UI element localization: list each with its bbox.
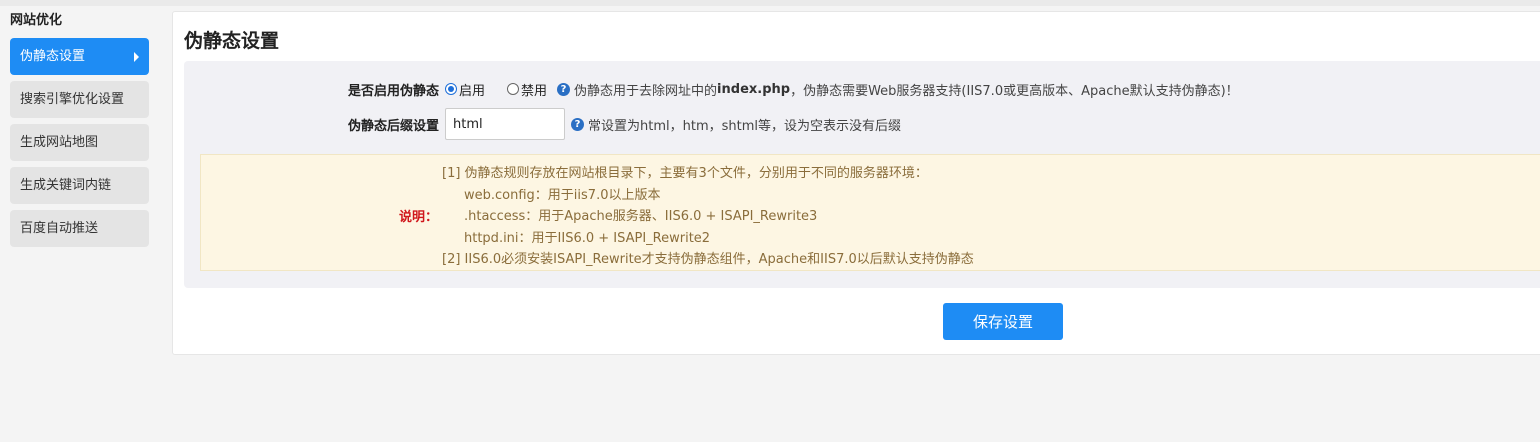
arrow-right-icon xyxy=(134,52,139,62)
help-icon: ? xyxy=(557,82,571,96)
main-panel: 伪静态设置 是否启用伪静态 启用 禁用 ? 伪静态用于去除网址中的 index.… xyxy=(172,11,1540,355)
note-line: [1] 伪静态规则存放在网站根目录下，主要有3个文件，分别用于不同的服务器环境： xyxy=(442,166,928,181)
sidebar-title: 网站优化 xyxy=(10,13,63,28)
suffix-label: 伪静态后缀设置 xyxy=(347,118,439,134)
note-label: 说明： xyxy=(399,210,439,225)
rewrite-hint: ? 伪静态用于去除网址中的 index.php ，伪静态需要Web服务器支持(I… xyxy=(557,80,1239,99)
sidebar-item-label: 生成网站地图 xyxy=(20,135,99,150)
rewrite-off-label: 禁用 xyxy=(521,83,548,99)
suffix-row: 伪静态后缀设置 ? 常设置为html，htm，shtml等，设为空表示没有后缀 xyxy=(184,107,901,141)
suffix-hint: ? 常设置为html，htm，shtml等，设为空表示没有后缀 xyxy=(571,115,901,134)
sidebar-item-sitemap[interactable]: 生成网站地图 xyxy=(10,124,149,161)
note-line: web.config：用于iis7.0以上版本 xyxy=(464,187,661,203)
sidebar-item-label: 搜索引擎优化设置 xyxy=(20,92,125,107)
rewrite-row: 是否启用伪静态 启用 禁用 ? 伪静态用于去除网址中的 index.php ，伪… xyxy=(184,74,1239,104)
rewrite-hint-prefix: 伪静态用于去除网址中的 xyxy=(574,83,718,99)
suffix-hint-text: 常设置为html，htm，shtml等，设为空表示没有后缀 xyxy=(588,118,901,134)
help-icon: ? xyxy=(571,117,584,131)
sidebar-item-label: 百度自动推送 xyxy=(20,221,99,236)
top-bar xyxy=(0,0,1540,6)
note-line: .htaccess：用于Apache服务器、IIS6.0 + ISAPI_Rew… xyxy=(464,209,818,224)
radio-checked-icon xyxy=(445,83,457,95)
rewrite-hint-suffix: ，伪静态需要Web服务器支持(IIS7.0或更高版本、Apache默认支持伪静态… xyxy=(790,83,1239,99)
sidebar: 网站优化 伪静态设置 搜索引擎优化设置 生成网站地图 生成关键词内链 百度自动推… xyxy=(10,12,150,247)
sidebar-item-keyword-links[interactable]: 生成关键词内链 xyxy=(10,167,149,204)
rewrite-on-label: 启用 xyxy=(459,83,486,99)
sidebar-item-baidu-push[interactable]: 百度自动推送 xyxy=(10,210,149,247)
settings-form: 是否启用伪静态 启用 禁用 ? 伪静态用于去除网址中的 index.php ，伪… xyxy=(184,61,1540,288)
note-line: httpd.ini：用于IIS6.0 + ISAPI_Rewrite2 xyxy=(464,230,711,246)
sidebar-item-label: 生成关键词内链 xyxy=(20,178,112,193)
suffix-input[interactable] xyxy=(445,108,565,140)
rewrite-label: 是否启用伪静态 xyxy=(347,83,439,99)
note-box: 说明： [1] 伪静态规则存放在网站根目录下，主要有3个文件，分别用于不同的服务… xyxy=(200,154,1540,271)
sidebar-item-seo[interactable]: 搜索引擎优化设置 xyxy=(10,81,149,118)
sidebar-item-label: 伪静态设置 xyxy=(20,49,86,64)
rewrite-hint-bold: index.php xyxy=(717,81,791,97)
save-button[interactable]: 保存设置 xyxy=(943,303,1063,340)
sidebar-item-rewrite[interactable]: 伪静态设置 xyxy=(10,38,149,75)
note-lines: [1] 伪静态规则存放在网站根目录下，主要有3个文件，分别用于不同的服务器环境：… xyxy=(442,163,974,271)
note-line: [2] IIS6.0必须安装ISAPI_Rewrite才支持伪静态组件，Apac… xyxy=(442,252,974,267)
rewrite-off-radio[interactable]: 禁用 xyxy=(507,80,547,99)
radio-unchecked-icon xyxy=(507,83,520,95)
page-title: 伪静态设置 xyxy=(184,30,280,52)
rewrite-on-radio[interactable]: 启用 xyxy=(445,80,485,99)
